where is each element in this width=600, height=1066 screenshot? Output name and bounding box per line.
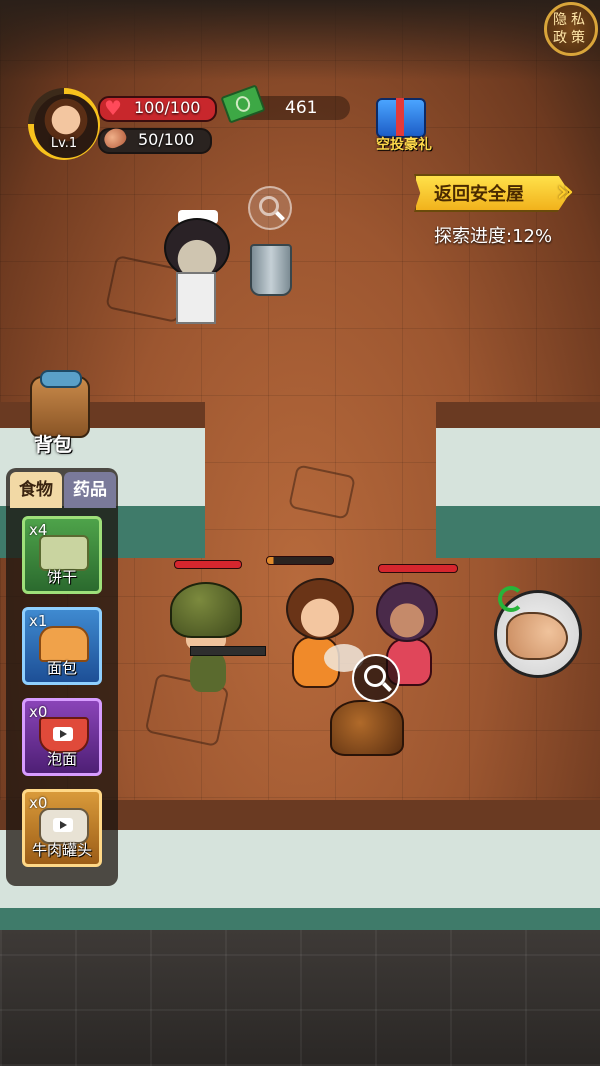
item-count: x1	[29, 612, 48, 630]
loot-bag[interactable]	[330, 700, 404, 756]
lower-floor	[0, 930, 600, 1066]
hero-character[interactable]	[286, 578, 354, 640]
search-spot[interactable]	[248, 186, 292, 230]
hero-ammo-bar	[266, 556, 334, 565]
soldier-health-bar	[174, 560, 242, 569]
item-count: x0	[29, 794, 48, 812]
video-ad-icon	[53, 727, 73, 741]
explore-progress: 探索进度:12%	[434, 226, 553, 247]
fist-icon	[506, 612, 568, 660]
heart-icon: ♥	[104, 96, 122, 120]
zombie-enemy[interactable]	[376, 582, 438, 642]
floor-crack	[288, 464, 356, 520]
rifle	[190, 646, 266, 656]
nurse-zombie-body	[176, 272, 216, 324]
hunger-value: 50/100	[138, 130, 195, 149]
item-name: 泡面	[46, 750, 77, 768]
item-beef-can[interactable]: x0 牛肉罐头	[22, 789, 102, 867]
airdrop-gift-label[interactable]: 空投豪礼	[364, 134, 444, 154]
item-name: 面包	[46, 659, 77, 677]
magnifier-icon	[364, 665, 386, 687]
money-value: 461	[285, 98, 318, 118]
top-shadow	[0, 0, 600, 80]
video-ad-icon	[53, 818, 73, 832]
zombie-health-bar	[378, 564, 458, 573]
switch-weapon-icon[interactable]	[498, 586, 524, 612]
soldier-helmet[interactable]	[170, 582, 242, 638]
soldier-body	[190, 650, 226, 692]
tab-medicine[interactable]: 药品	[64, 472, 116, 508]
magnifier-icon	[259, 196, 279, 216]
item-instant-noodle[interactable]: x0 泡面	[22, 698, 102, 776]
item-name: 饼干	[46, 568, 77, 586]
return-safehouse-button[interactable]: 返回安全屋	[414, 174, 570, 212]
health-value: 100/100	[134, 98, 201, 117]
privacy-policy-button[interactable]: 隐私政策	[544, 2, 598, 56]
item-bread[interactable]: x1 面包	[22, 607, 102, 685]
tab-food[interactable]: 食物	[10, 472, 62, 508]
airdrop-gift-icon[interactable]	[376, 98, 426, 138]
wall-right	[436, 402, 600, 558]
item-count: x0	[29, 703, 48, 721]
backpack-label[interactable]: 背包	[34, 430, 72, 457]
nurse-zombie[interactable]	[164, 218, 230, 278]
level-label: Lv.1	[50, 136, 78, 151]
double-chevron-right-icon: »	[556, 174, 575, 209]
item-biscuit[interactable]: x4 饼干	[22, 516, 102, 594]
search-loot-button[interactable]	[352, 654, 400, 702]
item-name: 牛肉罐头	[31, 841, 92, 859]
trash-can[interactable]	[250, 244, 292, 296]
item-count: x4	[29, 521, 48, 539]
backpack-icon[interactable]	[30, 370, 90, 438]
